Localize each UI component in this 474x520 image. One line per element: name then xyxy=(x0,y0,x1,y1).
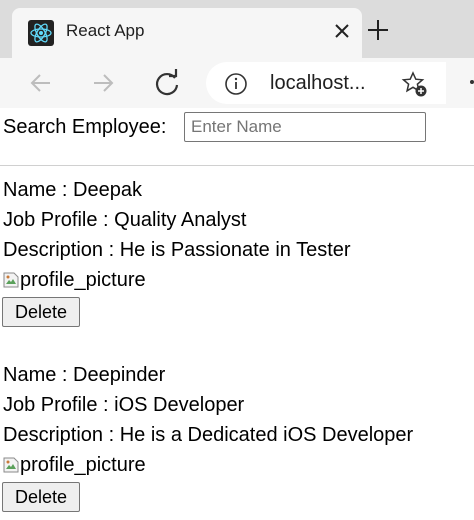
search-label: Search Employee: xyxy=(3,116,167,138)
delete-button[interactable]: Delete xyxy=(2,297,80,327)
employee-job-profile: Job Profile : iOS Developer xyxy=(3,394,245,416)
star-add-icon[interactable] xyxy=(400,70,428,98)
search-input[interactable] xyxy=(184,112,426,142)
profile-picture-alt: profile_picture xyxy=(20,269,146,291)
employee-name: Name : Deepak xyxy=(3,179,142,201)
employee-description: Description : He is Passionate in Tester xyxy=(3,239,351,261)
tab-title: React App xyxy=(66,21,145,40)
browser-tab[interactable]: React App xyxy=(12,8,362,58)
profile-picture: profile_picture xyxy=(3,453,146,477)
plus-icon[interactable] xyxy=(362,14,394,46)
address-bar[interactable]: localhost... xyxy=(206,62,446,104)
reload-icon[interactable] xyxy=(150,66,184,100)
employee-job-profile: Job Profile : Quality Analyst xyxy=(3,209,247,231)
browser-tabstrip: React App xyxy=(0,0,474,58)
more-icon[interactable] xyxy=(462,72,474,92)
arrow-right-icon[interactable] xyxy=(86,66,120,100)
browser-toolbar: localhost... xyxy=(0,58,474,166)
profile-picture: profile_picture xyxy=(3,268,146,292)
broken-image-icon xyxy=(3,455,19,473)
close-icon[interactable] xyxy=(330,19,354,43)
page-content: Search Employee: Name : Deepak Job Profi… xyxy=(0,108,474,520)
profile-picture-alt: profile_picture xyxy=(20,454,146,476)
employee-description: Description : He is a Dedicated iOS Deve… xyxy=(3,424,414,446)
arrow-left-icon[interactable] xyxy=(24,66,58,100)
broken-image-icon xyxy=(3,270,19,288)
address-text: localhost... xyxy=(270,72,366,94)
info-icon[interactable] xyxy=(224,72,248,96)
delete-button[interactable]: Delete xyxy=(2,482,80,512)
react-logo-icon xyxy=(28,20,54,46)
employee-name: Name : Deepinder xyxy=(3,364,166,386)
